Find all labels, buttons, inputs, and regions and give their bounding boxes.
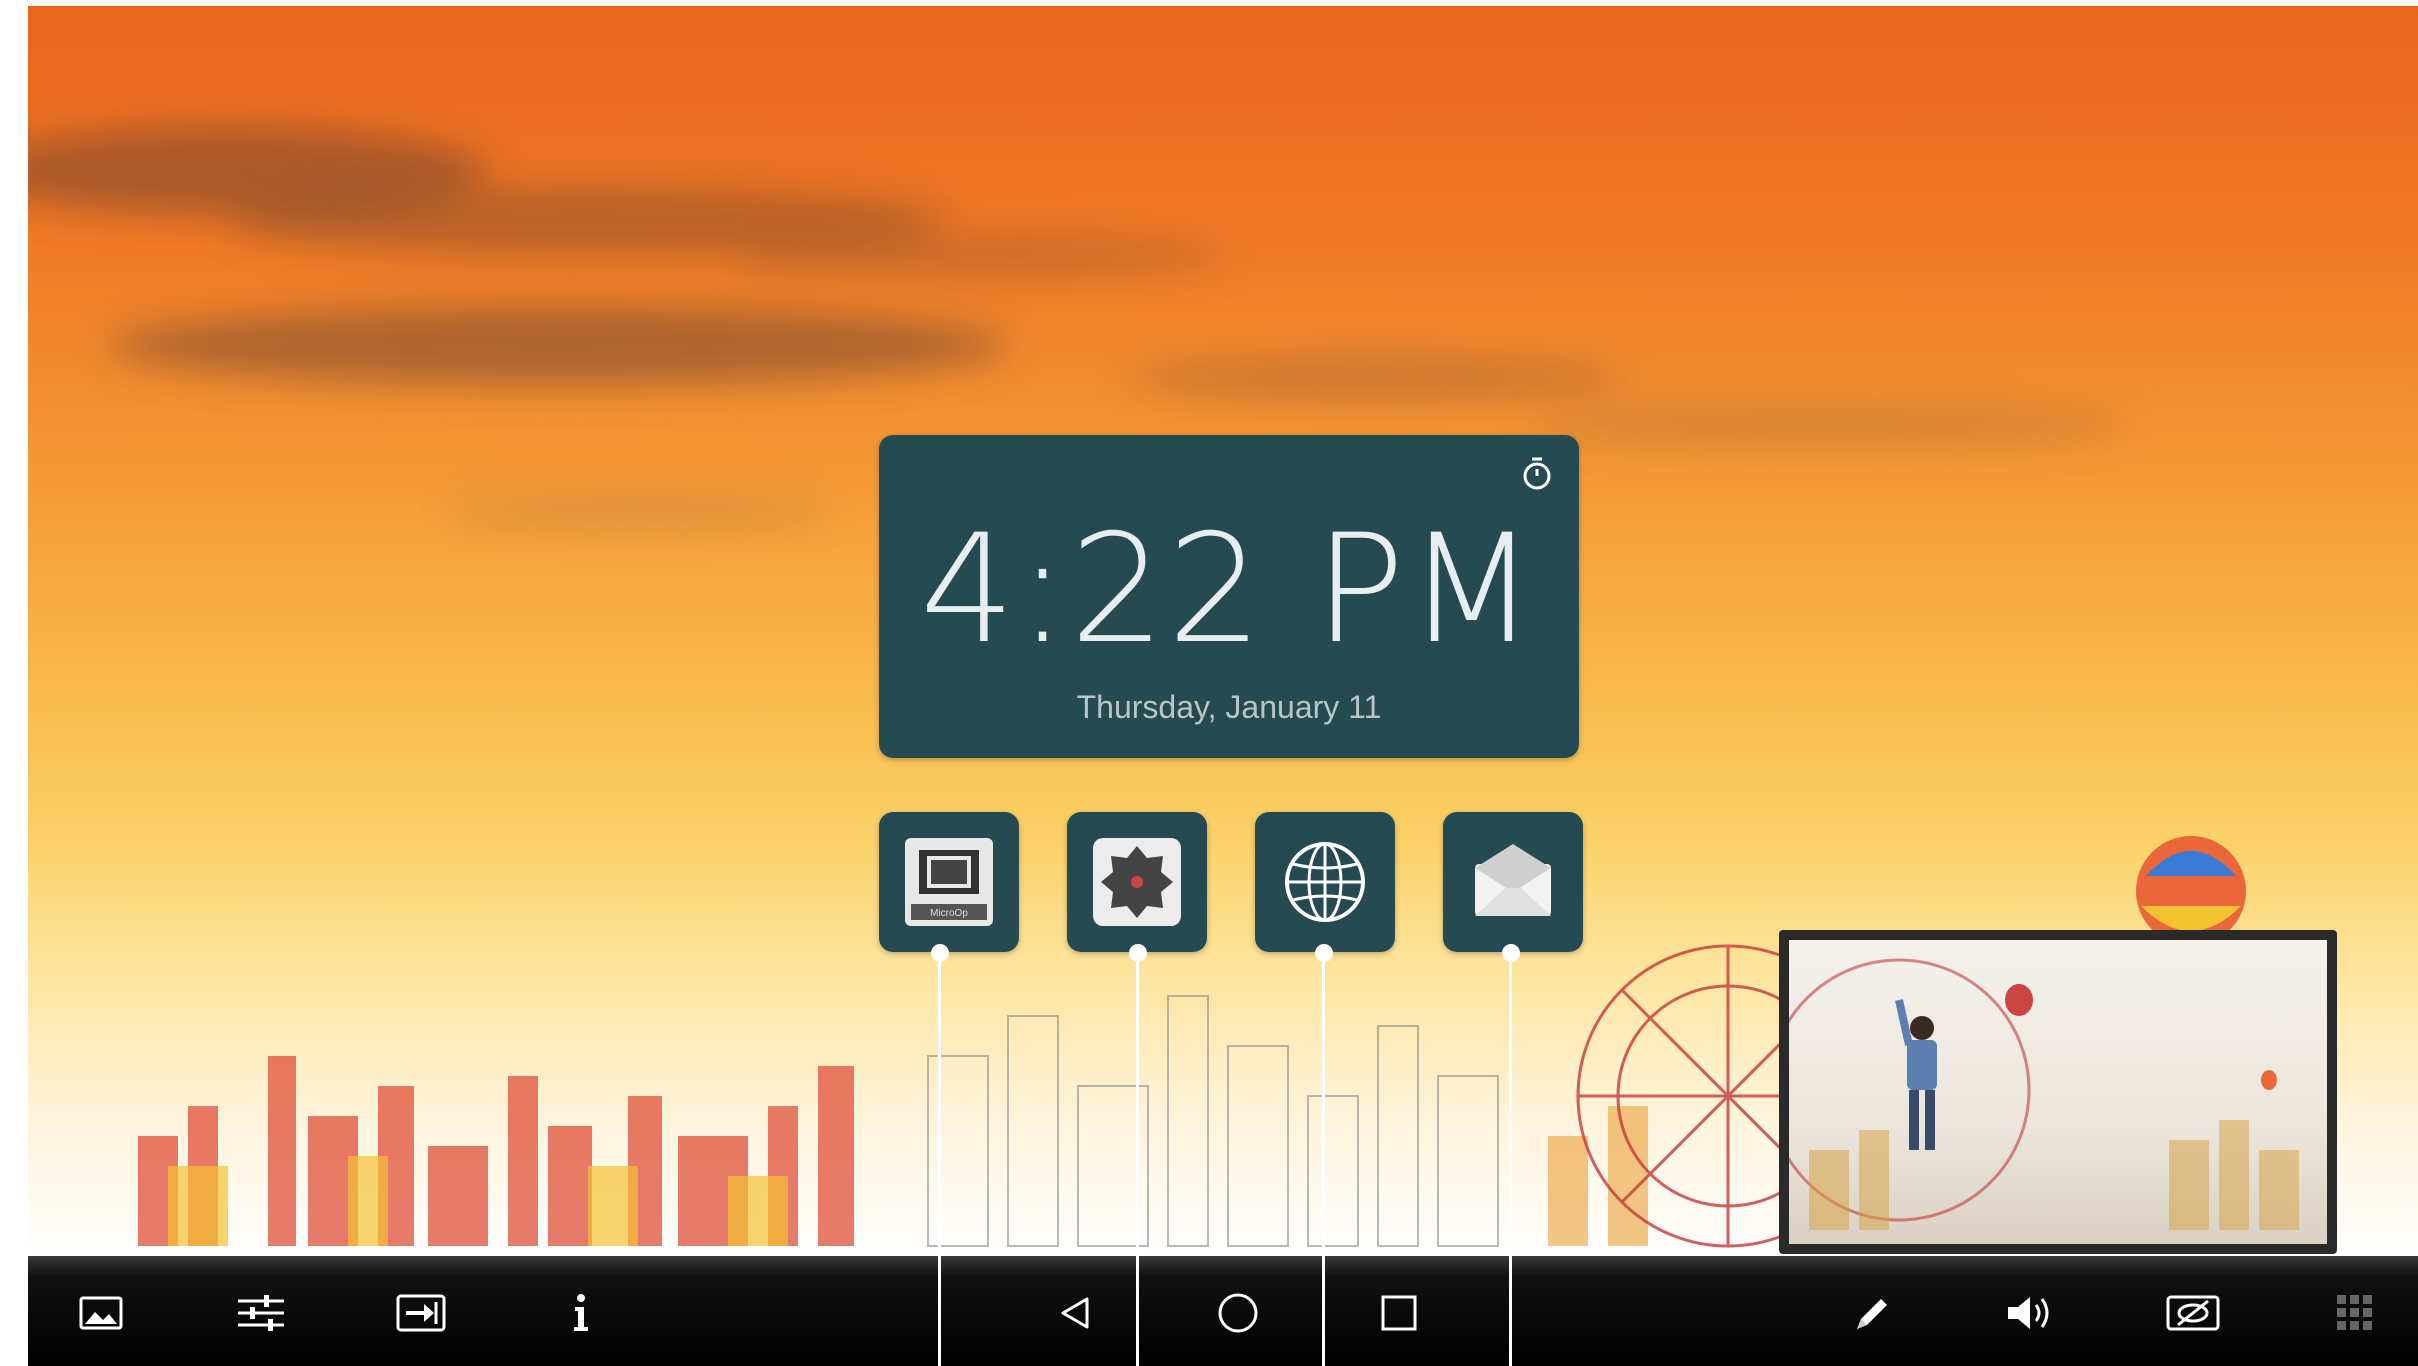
- info-icon: [574, 1294, 588, 1331]
- clock-widget[interactable]: 4:22 PM Thursday, January 11: [879, 435, 1579, 758]
- hide-screen-icon: [2166, 1295, 2220, 1331]
- app-tile-email[interactable]: [1443, 812, 1583, 952]
- callout-dot-microop: [931, 944, 949, 962]
- volume-icon: [2008, 1297, 2049, 1329]
- annotate-pen-button[interactable]: [1838, 1278, 1908, 1348]
- settings-badge-icon: [1093, 838, 1181, 926]
- recents-button[interactable]: [1364, 1278, 1434, 1348]
- envelope-icon: [1475, 844, 1551, 916]
- settings-sliders-button[interactable]: [226, 1278, 296, 1348]
- app-tile-microop[interactable]: MicroOp: [879, 812, 1019, 952]
- app-grid-icon: [2337, 1295, 2372, 1330]
- back-button[interactable]: [1040, 1278, 1110, 1348]
- stopwatch-icon[interactable]: [1517, 453, 1557, 493]
- app-tile-browser[interactable]: [1255, 812, 1395, 952]
- globe-icon: [1285, 842, 1365, 922]
- microop-label: MicroOp: [930, 908, 968, 919]
- home-button[interactable]: [1203, 1278, 1273, 1348]
- info-button[interactable]: [546, 1278, 616, 1348]
- screen-preview-thumbnail[interactable]: [1779, 930, 2337, 1254]
- home-icon: [1218, 1293, 1258, 1333]
- input-source-icon: [396, 1294, 446, 1332]
- app-grid-button[interactable]: [2320, 1278, 2390, 1348]
- callout-dot-settings: [1129, 944, 1147, 962]
- callout-line-settings: [1136, 952, 1139, 1366]
- wallpaper-icon: [79, 1296, 123, 1330]
- android-home-screen: 4:22 PM Thursday, January 11 MicroOp: [28, 6, 2418, 1366]
- hide-screen-button[interactable]: [2158, 1278, 2228, 1348]
- input-source-button[interactable]: [386, 1278, 456, 1348]
- callout-line-browser: [1322, 952, 1325, 1366]
- app-tile-settings[interactable]: [1067, 812, 1207, 952]
- callout-line-email: [1509, 952, 1512, 1366]
- callout-dot-email: [1502, 944, 1520, 962]
- clock-time: 4:22 PM: [919, 503, 1539, 677]
- back-icon: [1061, 1297, 1089, 1329]
- wallpaper-button[interactable]: [66, 1278, 136, 1348]
- callout-line-microop: [938, 952, 941, 1366]
- clock-date: Thursday, January 11: [1076, 689, 1382, 725]
- microop-icon: MicroOp: [905, 838, 993, 926]
- taskbar: [28, 1256, 2418, 1366]
- callout-dot-browser: [1315, 944, 1333, 962]
- sliders-icon: [238, 1295, 284, 1331]
- volume-button[interactable]: [1998, 1278, 2068, 1348]
- recents-icon: [1381, 1295, 1417, 1331]
- child-drawing-image: [1789, 958, 2299, 1230]
- pen-icon: [1857, 1299, 1887, 1329]
